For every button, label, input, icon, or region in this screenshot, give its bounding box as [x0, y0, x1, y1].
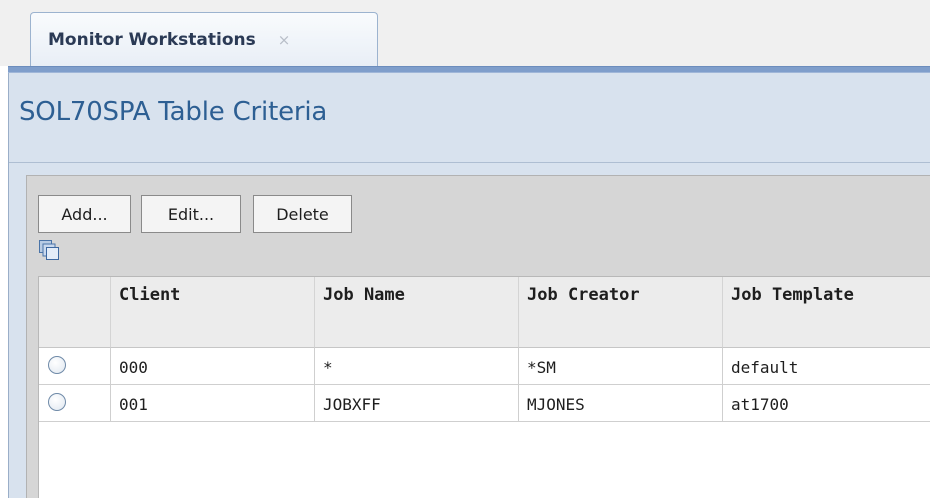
- tab-label: Monitor Workstations: [48, 30, 256, 50]
- page-title: SOL70SPA Table Criteria: [19, 97, 328, 127]
- row-select-radio[interactable]: [48, 393, 66, 411]
- table-cell-job-template: at1700: [723, 385, 930, 422]
- tab-strip: Monitor Workstations ×: [0, 0, 930, 67]
- tab-underline-bar: [8, 66, 930, 73]
- select-column-header: [39, 277, 111, 348]
- delete-button[interactable]: Delete: [253, 195, 352, 233]
- table-cell-job-creator: *SM: [519, 348, 723, 385]
- table-empty-area: [39, 422, 930, 498]
- column-header-client[interactable]: Client: [111, 277, 315, 348]
- edit-button[interactable]: Edit...: [141, 195, 241, 233]
- row-select-radio[interactable]: [48, 356, 66, 374]
- table-cell-job-template: default: [723, 348, 930, 385]
- table-cell-job-name: JOBXFF: [315, 385, 519, 422]
- column-header-job-name[interactable]: Job Name: [315, 277, 519, 348]
- copy-icon[interactable]: [38, 239, 60, 261]
- main-panel: SOL70SPA Table Criteria Add... Edit... D…: [8, 73, 930, 498]
- table-cell-job-creator: MJONES: [519, 385, 723, 422]
- add-button[interactable]: Add...: [38, 195, 131, 233]
- criteria-table: Client Job Name Job Creator Job Template…: [38, 276, 930, 498]
- table-cell-client: 001: [111, 385, 315, 422]
- close-icon[interactable]: ×: [278, 32, 291, 48]
- table-cell-client: 000: [111, 348, 315, 385]
- table-container: Add... Edit... Delete Client Job Name Jo…: [26, 175, 930, 498]
- tab-monitor-workstations[interactable]: Monitor Workstations ×: [30, 12, 378, 67]
- title-divider: [9, 162, 930, 163]
- table-row-select-cell: [39, 348, 111, 385]
- column-header-job-template[interactable]: Job Template: [723, 277, 930, 348]
- table-cell-job-name: *: [315, 348, 519, 385]
- column-header-job-creator[interactable]: Job Creator: [519, 277, 723, 348]
- table-row-select-cell: [39, 385, 111, 422]
